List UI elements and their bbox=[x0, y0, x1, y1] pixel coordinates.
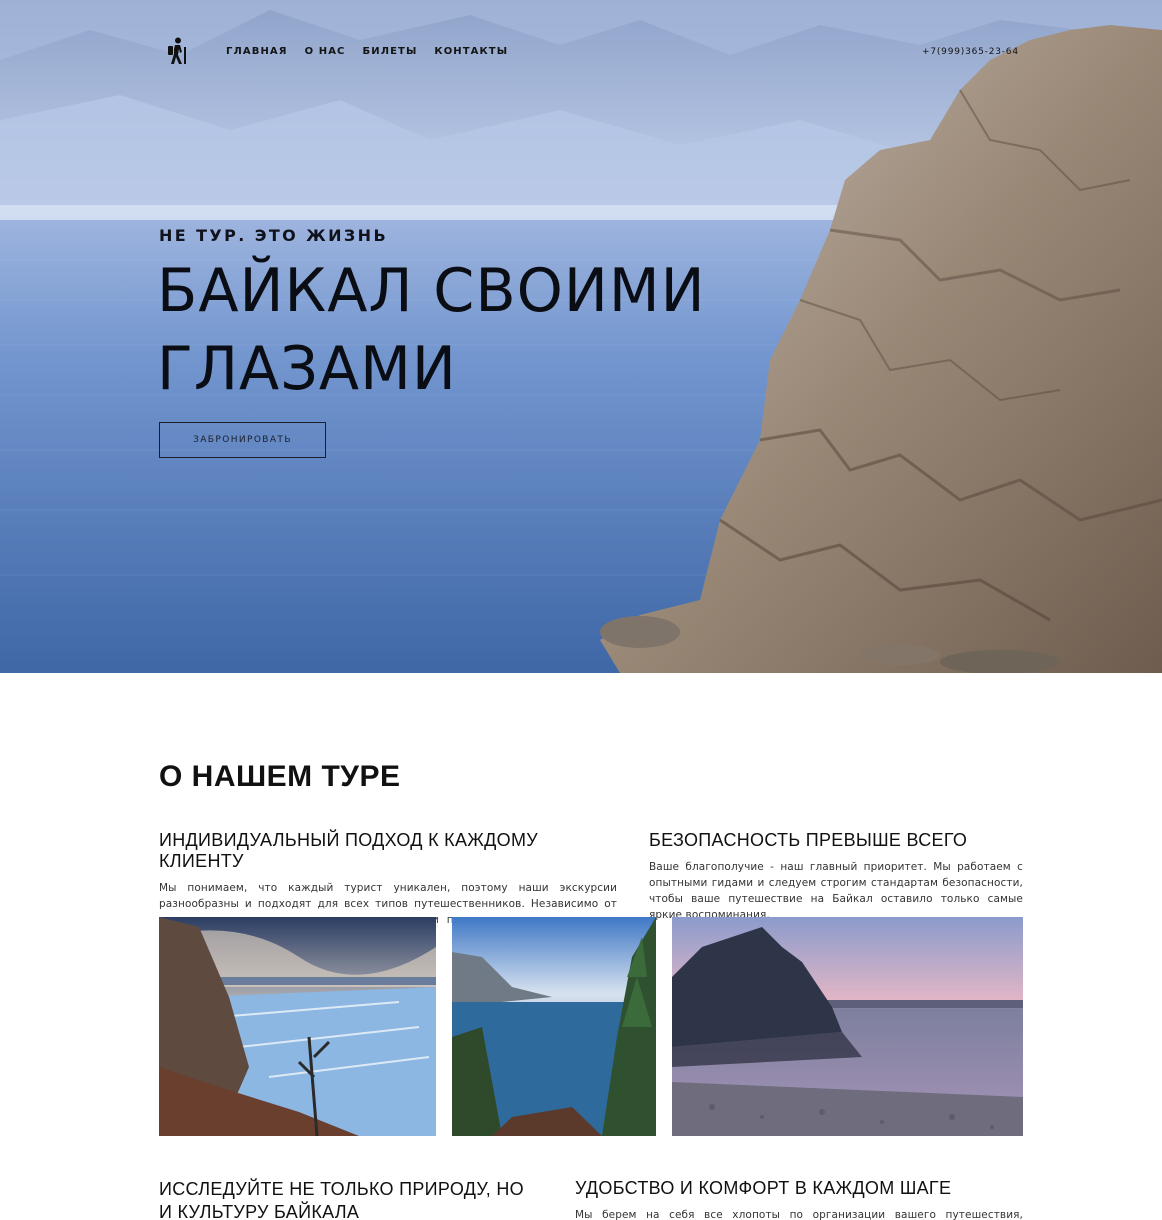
feature-text: Мы берем на себя все хлопоты по организа… bbox=[575, 1209, 1023, 1220]
nav-item-home[interactable]: ГЛАВНАЯ bbox=[226, 46, 288, 57]
about-section-title: О НАШЕМ ТУРЕ bbox=[159, 760, 401, 793]
nav-item-tickets[interactable]: БИЛЕТЫ bbox=[363, 46, 418, 57]
phone-number[interactable]: +7(999)365-23-64 bbox=[922, 47, 1019, 57]
feature-culture: ИССЛЕДУЙТЕ НЕ ТОЛЬКО ПРИРОДУ, НО И КУЛЬТ… bbox=[159, 1178, 539, 1220]
feature-safety: БЕЗОПАСНОСТЬ ПРЕВЫШЕ ВСЕГО Ваше благопол… bbox=[649, 830, 1023, 923]
hero-headline: БАЙКАЛ СВОИМИ ГЛАЗАМИ bbox=[157, 252, 784, 408]
nav-item-contacts[interactable]: КОНТАКТЫ bbox=[434, 46, 508, 57]
photo-frozen-lake bbox=[159, 917, 436, 1136]
feature-title: ИНДИВИДУАЛЬНЫЙ ПОДХОД К КАЖДОМУ КЛИЕНТУ bbox=[159, 830, 538, 871]
hiker-icon[interactable] bbox=[166, 37, 188, 65]
hero-headline-line2: ГЛАЗАМИ bbox=[157, 334, 457, 404]
hero-tagline: НЕ ТУР. ЭТО ЖИЗНЬ bbox=[159, 226, 389, 245]
photo-shaman-rock-sunset bbox=[672, 917, 1023, 1136]
book-button[interactable]: ЗАБРОНИРОВАТЬ bbox=[159, 422, 326, 458]
feature-title: БЕЗОПАСНОСТЬ ПРЕВЫШЕ ВСЕГО bbox=[649, 830, 968, 850]
feature-title: УДОБСТВО И КОМФОРТ В КАЖДОМ ШАГЕ bbox=[575, 1178, 952, 1198]
photo-lake-pines bbox=[452, 917, 656, 1136]
hero-section: ГЛАВНАЯ О НАС БИЛЕТЫ КОНТАКТЫ +7(999)365… bbox=[0, 0, 1162, 673]
top-navigation: ГЛАВНАЯ О НАС БИЛЕТЫ КОНТАКТЫ +7(999)365… bbox=[0, 0, 1162, 100]
feature-title: ИССЛЕДУЙТЕ НЕ ТОЛЬКО ПРИРОДУ, НО И КУЛЬТ… bbox=[159, 1179, 524, 1220]
nav-item-about[interactable]: О НАС bbox=[305, 46, 346, 57]
feature-comfort: УДОБСТВО И КОМФОРТ В КАЖДОМ ШАГЕ Мы бере… bbox=[575, 1178, 1023, 1220]
feature-text: Ваше благополучие - наш главный приорите… bbox=[649, 861, 1023, 921]
hero-headline-line1: БАЙКАЛ СВОИМИ bbox=[157, 256, 706, 326]
main-menu: ГЛАВНАЯ О НАС БИЛЕТЫ КОНТАКТЫ bbox=[226, 46, 508, 57]
